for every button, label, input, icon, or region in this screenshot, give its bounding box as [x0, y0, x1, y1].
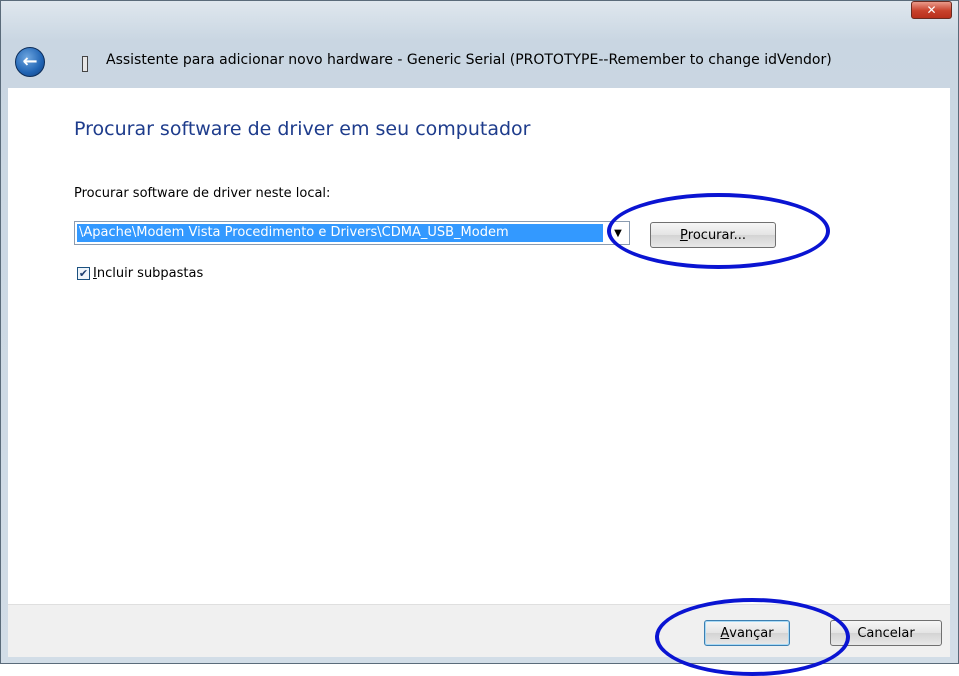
highlight-ellipse-next [655, 598, 850, 676]
page-heading: Procurar software de driver em seu compu… [74, 118, 531, 140]
close-button[interactable]: ✕ [911, 1, 952, 19]
path-label: Procurar software de driver neste local: [74, 186, 331, 201]
include-subfolders-checkbox[interactable]: ✔ [77, 267, 90, 280]
usb-device-icon [82, 56, 88, 72]
include-subfolders-label: ncluir subpastas [96, 266, 204, 281]
checkmark-icon: ✔ [78, 267, 89, 280]
path-input[interactable]: \Apache\Modem Vista Procedimento e Drive… [77, 224, 603, 242]
window-title: Assistente para adicionar novo hardware … [106, 52, 832, 68]
content-pane [8, 88, 950, 604]
path-value: \Apache\Modem Vista Procedimento e Drive… [79, 225, 509, 240]
back-button[interactable]: ← [15, 47, 45, 77]
include-subfolders-row[interactable]: ✔ Incluir subpastas [77, 266, 203, 281]
path-combobox[interactable]: \Apache\Modem Vista Procedimento e Drive… [74, 221, 630, 245]
back-arrow-icon: ← [22, 51, 38, 72]
highlight-ellipse-browse [607, 193, 830, 269]
close-icon: ✕ [926, 3, 937, 17]
